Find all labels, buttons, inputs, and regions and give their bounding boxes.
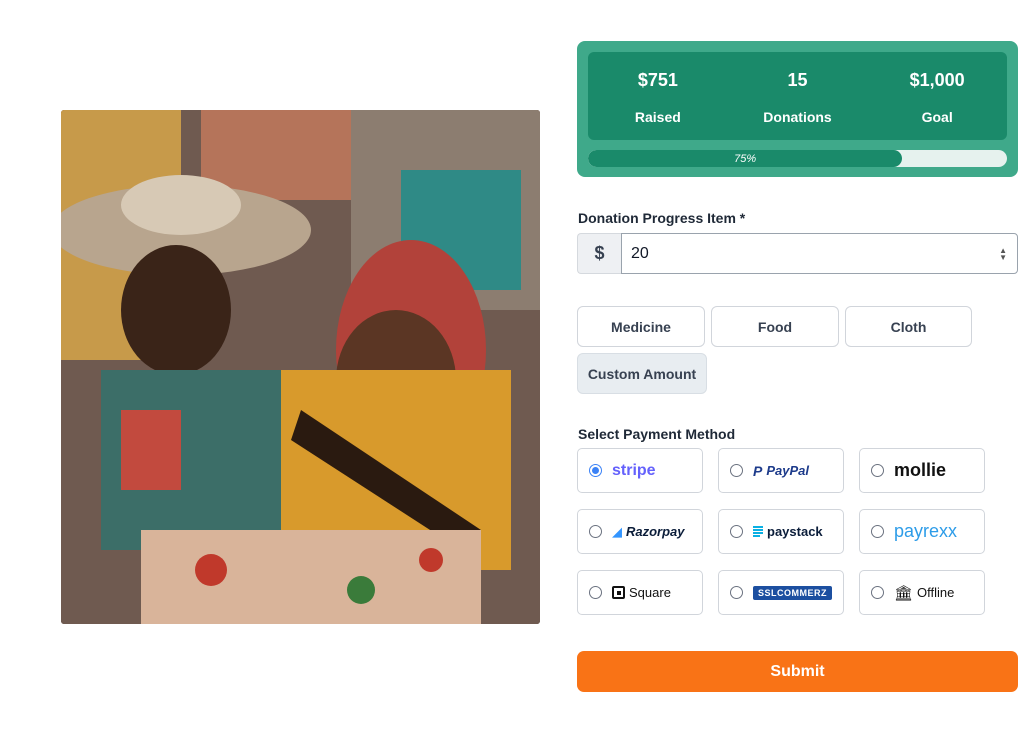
square-icon [612,586,625,599]
offline-logo: 🏛 Offline [894,584,954,602]
payment-option-square[interactable]: Square [577,570,703,615]
payment-option-paypal[interactable]: P PayPal [718,448,844,493]
razorpay-radio[interactable] [589,525,602,538]
donations-value: 15 [787,69,808,90]
razorpay-logo: ◢ Razorpay [612,524,685,540]
payment-option-offline[interactable]: 🏛 Offline [859,570,985,615]
paypal-label: PayPal [766,463,809,478]
mollie-logo: mollie [894,460,947,480]
stat-donations: 15 Donations [728,52,868,140]
square-logo: Square [612,585,671,600]
sslcommerz-radio[interactable] [730,586,743,599]
offline-label: Offline [917,585,955,600]
payrexx-logo: payrexx [894,521,958,541]
preset-cloth-button[interactable]: Cloth [845,306,972,347]
goal-label: Goal [921,108,953,125]
paypal-icon: P [753,462,763,479]
stripe-logo: stripe [612,461,656,479]
mollie-radio[interactable] [871,464,884,477]
payment-option-razorpay[interactable]: ◢ Razorpay [577,509,703,554]
stripe-radio[interactable] [589,464,602,477]
square-label: Square [629,585,671,600]
campaign-stats-card: $751 Raised 15 Donations $1,000 Goal 75% [577,41,1018,177]
sslcommerz-label: SSLCOMMERZ [753,585,832,600]
payment-option-sslcommerz[interactable]: SSLCOMMERZ [718,570,844,615]
stat-goal: $1,000 Goal [867,52,1007,140]
submit-button[interactable]: Submit [577,651,1018,692]
paypal-radio[interactable] [730,464,743,477]
goal-value: $1,000 [909,69,965,90]
razorpay-label: Razorpay [626,524,685,539]
paystack-icon [753,526,763,537]
amount-field: $ 20 ▲ ▼ [577,233,1018,274]
paystack-label: paystack [767,524,823,539]
donations-label: Donations [763,108,832,125]
amount-input[interactable]: 20 ▲ ▼ [621,233,1018,274]
preset-food-button[interactable]: Food [711,306,839,347]
paystack-radio[interactable] [730,525,743,538]
square-radio[interactable] [589,586,602,599]
bank-icon: 🏛 [894,584,914,602]
children-photo-illustration [61,110,540,624]
payment-option-payrexx[interactable]: payrexx [859,509,985,554]
progress-fill: 75% [588,150,903,167]
stepper-icon[interactable]: ▲ ▼ [999,246,1007,261]
preset-medicine-button[interactable]: Medicine [577,306,705,347]
payment-option-stripe[interactable]: stripe [577,448,703,493]
payment-option-mollie[interactable]: mollie [859,448,985,493]
offline-radio[interactable] [871,586,884,599]
campaign-photo [61,110,540,624]
amount-label: Donation Progress Item * [578,210,746,226]
stat-raised: $751 Raised [588,52,728,140]
payment-option-paystack[interactable]: paystack [718,509,844,554]
payrexx-radio[interactable] [871,525,884,538]
currency-icon: $ [577,233,621,274]
progress-bar: 75% [588,150,1007,167]
paypal-logo: P PayPal [753,463,809,479]
paystack-logo: paystack [753,524,823,539]
raised-value: $751 [637,69,678,90]
progress-text: 75% [734,152,757,165]
preset-custom-amount-button[interactable]: Custom Amount [577,353,707,394]
sslcommerz-logo: SSLCOMMERZ [753,585,832,600]
amount-value: 20 [631,244,649,262]
razorpay-icon: ◢ [612,523,622,539]
payment-method-label: Select Payment Method [578,426,736,442]
raised-label: Raised [634,108,681,125]
stats-summary: $751 Raised 15 Donations $1,000 Goal [588,52,1007,140]
